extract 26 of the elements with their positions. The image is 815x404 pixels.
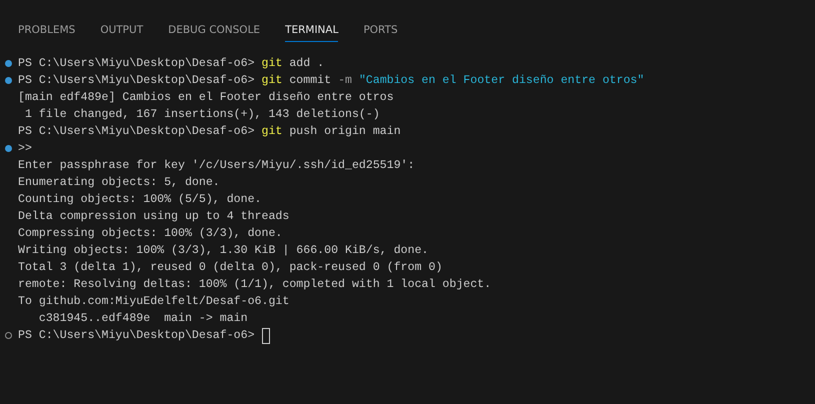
panel-tab[interactable]: TERMINAL xyxy=(285,10,338,42)
terminal-line: [main edf489e] Cambios en el Footer diseño entre otros xyxy=(18,90,394,106)
terminal-line: Counting objects: 100% (5/5), done. xyxy=(18,192,262,208)
terminal-line: PS C:\Users\Miyu\Desktop\Desaf-o6> xyxy=(18,328,256,344)
terminal-line: remote: Resolving deltas: 100% (1/1), completed with 1 local object. xyxy=(18,277,492,293)
terminal-line: PS C:\Users\Miyu\Desktop\Desaf-o6> git commit -m "Cambios en el Footer diseño entre otros" xyxy=(18,73,644,89)
terminal-line: Enumerating objects: 5, done. xyxy=(18,175,220,191)
terminal-line: Delta compression using up to 4 threads xyxy=(18,209,290,225)
terminal-line: 1 file changed, 167 insertions(+), 143 deletions(-) xyxy=(24,107,380,123)
panel-tab[interactable]: PORTS xyxy=(363,10,398,42)
panel-tab[interactable]: OUTPUT xyxy=(100,10,144,42)
command-dot-icon[interactable] xyxy=(5,77,12,84)
terminal-line: PS C:\Users\Miyu\Desktop\Desaf-o6> git push origin main xyxy=(18,124,401,140)
terminal-line: >> xyxy=(18,141,32,157)
terminal-line: To github.com:MiyuEdelfelt/Desaf-o6.git xyxy=(18,294,290,310)
terminal-line: Total 3 (delta 1), reused 0 (delta 0), pack-reused 0 (from 0) xyxy=(18,260,442,276)
panel-tab[interactable]: PROBLEMS xyxy=(18,10,76,42)
terminal-line: c381945..edf489e main -> main xyxy=(38,311,248,327)
terminal-line: PS C:\Users\Miyu\Desktop\Desaf-o6> git add . xyxy=(18,56,324,72)
terminal-line: Enter passphrase for key '/c/Users/Miyu/.ssh/id_ed25519': xyxy=(18,158,415,174)
command-dot-icon[interactable] xyxy=(5,332,12,339)
command-dot-icon[interactable] xyxy=(5,60,12,67)
terminal-line: Writing objects: 100% (3/3), 1.30 KiB | 666.00 KiB/s, done. xyxy=(18,243,428,259)
panel-tab[interactable]: DEBUG CONSOLE xyxy=(168,10,260,42)
terminal-line: Compressing objects: 100% (3/3), done. xyxy=(18,226,282,242)
command-dot-icon[interactable] xyxy=(5,145,12,152)
